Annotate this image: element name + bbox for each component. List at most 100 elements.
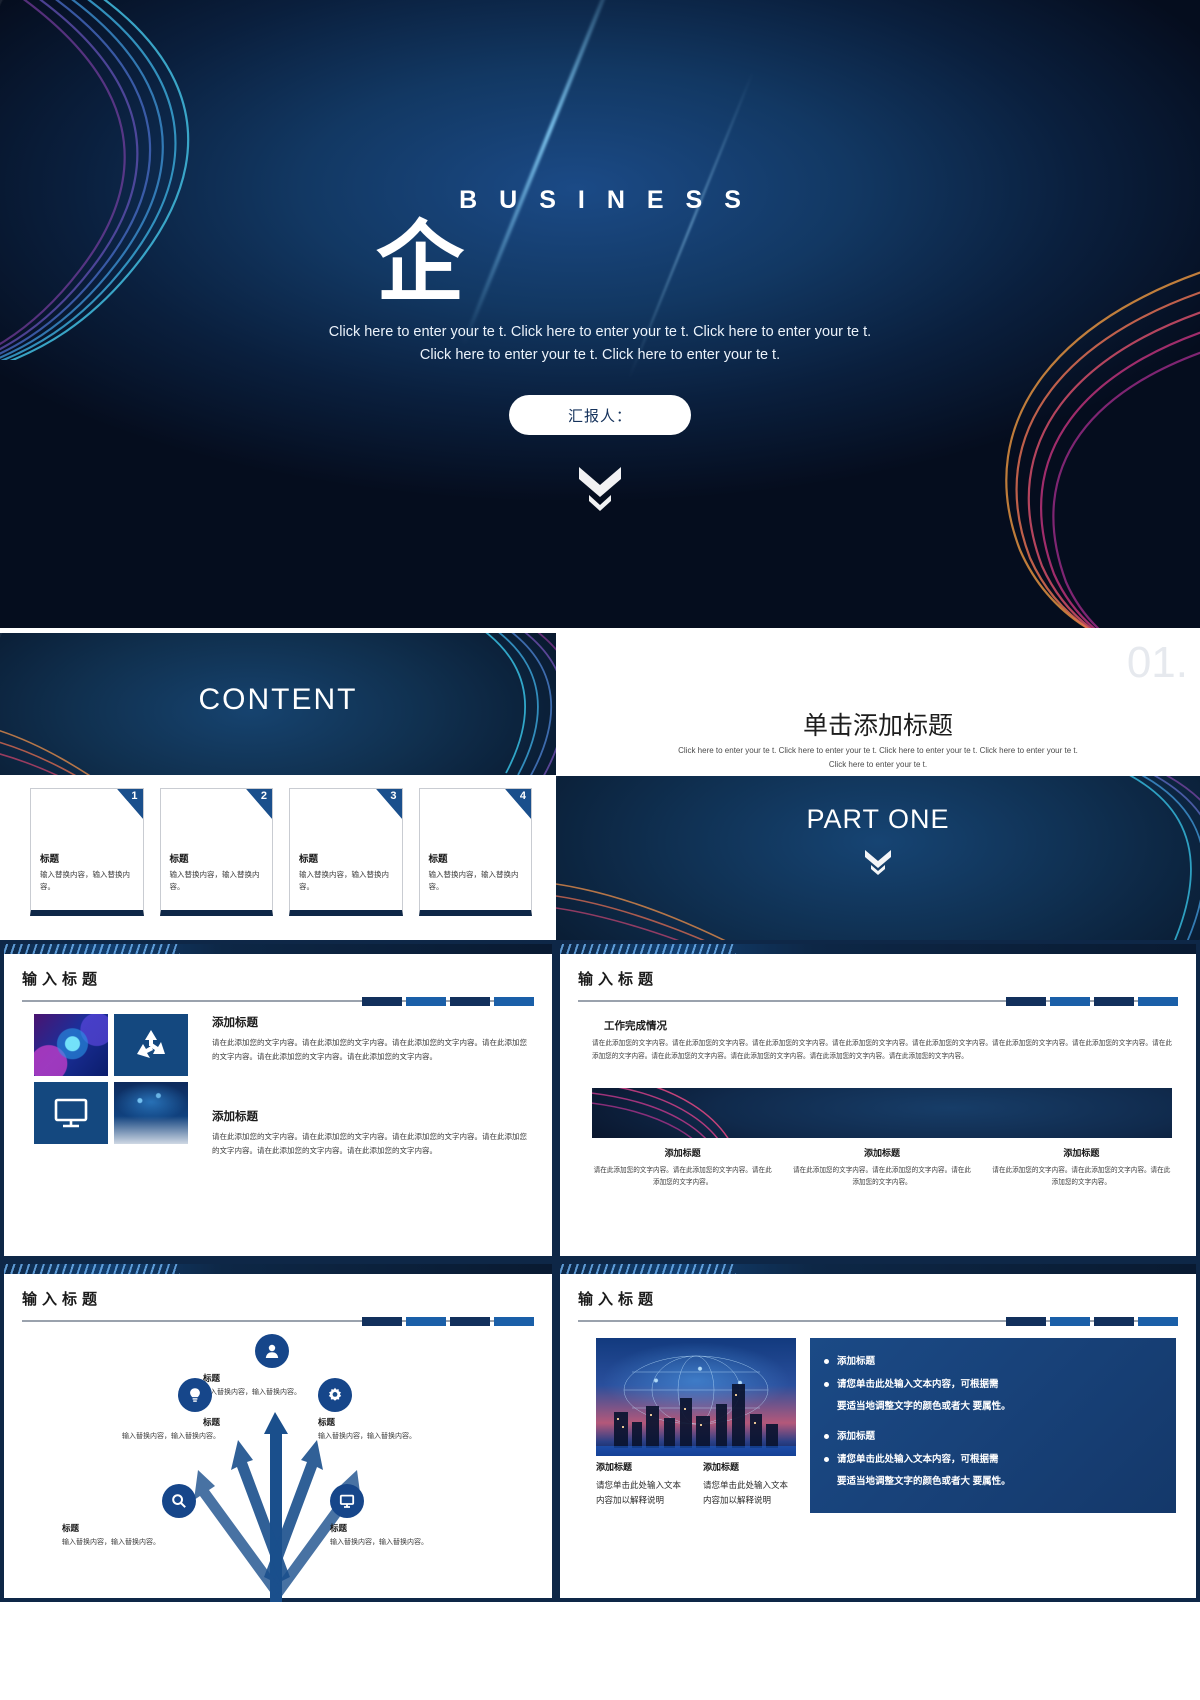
bullet-body: 要适当地调整文字的颜色或者大 要属性。 (837, 1476, 1011, 1488)
diagram-node-upper-left[interactable]: 标题 输入替换内容，输入替换内容。 (70, 1378, 220, 1442)
cover-eyebrow-text: BUSINESS (459, 186, 763, 214)
corner-ribbon (242, 789, 272, 819)
slide-header-title: 输入标题 (578, 1291, 659, 1308)
slide-row-3: 输入标题 添加标题 请在此添加您的文字内容。请在此添加您的文字内容。请在此添加您… (0, 940, 1200, 1260)
status-column: 添加标题 请在此添加您的文字内容。请在此添加您的文字内容。请在此添加您的文字内容… (592, 1146, 773, 1189)
corner-ribbon (112, 789, 143, 819)
bullet-item: 请您单击此处输入文本内容，可根据需 (824, 1452, 1162, 1468)
column-text: 请在此添加您的文字内容。请在此添加您的文字内容。请在此添加您的文字内容。 (792, 1167, 971, 1187)
presenter-field[interactable]: 汇报人： (509, 395, 691, 436)
section-band-title: PART ONE (806, 804, 950, 834)
node-title: 标题 (62, 1523, 80, 1533)
arrows-diagram-slide: 输入标题 标题 输入替换内容，输入替换内容。 标题 输入替换内容，输入替换内容。… (0, 1260, 556, 1602)
globe-photo (34, 1014, 108, 1076)
column-text: 请在此添加您的文字内容。请在此添加您的文字内容。请在此添加您的文字内容。 (992, 1167, 1171, 1187)
section-divider-slide: 01. 单击添加标题 Click here to enter your te t… (556, 628, 1200, 940)
gear-icon (318, 1378, 352, 1412)
column-text: 请您单击此处输入文本内容加以解释说明 (596, 1480, 682, 1505)
section-title: 单击添加标题 (802, 711, 953, 740)
content-card[interactable]: 3 标题 输入替换内容，输入替换内容。 (289, 788, 403, 916)
node-title: 标题 (318, 1417, 336, 1427)
lightbulb-icon (178, 1378, 212, 1412)
slide-deck: BUSINESS 企 Click here to enter your te t… (0, 0, 1200, 1700)
city-column: 添加标题 请您单击此处输入文本内容加以解释说明 (703, 1460, 796, 1508)
content-card[interactable]: 2 标题 输入替换内容，输入替换内容。 (159, 788, 273, 916)
city-network-photo (596, 1338, 796, 1456)
bullet-continuation: 要适当地调整文字的颜色或者大 要属性。 (824, 1399, 1162, 1415)
diagram-node-lower-right[interactable]: 标题 输入替换内容，输入替换内容。 (330, 1484, 480, 1548)
card-number: 3 (390, 790, 397, 802)
column-title: 添加标题 (664, 1148, 701, 1158)
header-chips (1006, 1317, 1178, 1326)
bullet-title: 添加标题 (837, 1431, 876, 1443)
text-block: 添加标题 请在此添加您的文字内容。请在此添加您的文字内容。请在此添加您的文字内容… (212, 1108, 534, 1158)
recycle-icon (114, 1014, 188, 1076)
bullet-title: 请您单击此处输入文本内容，可根据需 (837, 1378, 999, 1390)
slide-header-title: 输入标题 (22, 1291, 103, 1308)
diagram-node-lower-left[interactable]: 标题 输入替换内容，输入替换内容。 (62, 1484, 212, 1548)
node-title: 标题 (202, 1417, 220, 1427)
work-status-columns: 添加标题 请在此添加您的文字内容。请在此添加您的文字内容。请在此添加您的文字内容… (592, 1146, 1172, 1189)
slide-header-title: 输入标题 (22, 971, 103, 988)
content-hero-banner: CONTENT (0, 633, 556, 775)
cover-subtitle: Click here to enter your te t. Click her… (328, 324, 872, 364)
header-chips (362, 997, 534, 1006)
bullet-title: 请您单击此处输入文本内容，可根据需 (837, 1453, 999, 1465)
slide-row-2: CONTENT 1 标题 输入替换内容，输入替换内容。 2 标题 输入替换内容，… (0, 628, 1200, 940)
content-slide: CONTENT 1 标题 输入替换内容，输入替换内容。 2 标题 输入替换内容，… (0, 628, 556, 940)
card-title: 标题 (428, 854, 448, 865)
network-hand-photo (114, 1082, 188, 1144)
block-title: 添加标题 (212, 1110, 258, 1123)
diagram-node-upper-right[interactable]: 标题 输入替换内容，输入替换内容。 (318, 1378, 468, 1442)
slide-header-title: 输入标题 (578, 971, 659, 988)
header-chips (1006, 997, 1178, 1006)
bullet-panel: 添加标题 请您单击此处输入文本内容，可根据需 要适当地调整文字的颜色或者大 要属… (810, 1338, 1176, 1514)
card-text: 输入替换内容，输入替换内容。 (299, 870, 389, 891)
block-text: 请在此添加您的文字内容。请在此添加您的文字内容。请在此添加您的文字内容。请在此添… (212, 1131, 527, 1155)
decorative-banner-image (592, 1088, 1172, 1138)
text-column: 添加标题 请在此添加您的文字内容。请在此添加您的文字内容。请在此添加您的文字内容… (202, 1014, 534, 1158)
section-band: PART ONE (556, 776, 1200, 940)
bullet-dot-icon (824, 1434, 829, 1440)
section-subtitle: Click here to enter your te t. Click her… (678, 746, 1078, 769)
bullet-dot-icon (824, 1381, 829, 1387)
card-number: 4 (519, 790, 526, 802)
card-text: 输入替换内容，输入替换内容。 (428, 870, 519, 891)
content-title: CONTENT (198, 683, 358, 716)
block-text: 请在此添加您的文字内容。请在此添加您的文字内容。请在此添加您的文字内容。请在此添… (212, 1038, 527, 1061)
city-columns: 添加标题 请您单击此处输入文本内容加以解释说明 添加标题 请您单击此处输入文本内… (596, 1460, 796, 1508)
search-icon (162, 1484, 196, 1518)
monitor-icon (330, 1484, 364, 1518)
column-title: 添加标题 (596, 1462, 633, 1472)
column-title: 添加标题 (1063, 1148, 1100, 1158)
card-title: 标题 (299, 854, 319, 865)
network-overlay (596, 1355, 796, 1456)
slide-header: 输入标题 (22, 1288, 534, 1326)
card-text: 输入替换内容，输入替换内容。 (169, 870, 260, 891)
content-card[interactable]: 1 标题 输入替换内容，输入替换内容。 (30, 788, 144, 916)
content-card[interactable]: 4 标题 输入替换内容，输入替换内容。 (418, 788, 532, 916)
node-text: 输入替换内容，输入替换内容。 (330, 1539, 428, 1546)
content-card-list: 1 标题 输入替换内容，输入替换内容。 2 标题 输入替换内容，输入替换内容。 (30, 788, 532, 916)
bullet-dot-icon (824, 1456, 829, 1462)
node-title: 标题 (330, 1523, 348, 1533)
city-bullets-slide: 输入标题 添加标题 请您单击此处输入文本内容，可根据需 要适当地调整文字的颜色或… (556, 1260, 1200, 1602)
work-status-heading: 工作完成情况 (604, 1020, 667, 1032)
slide-row-4: 输入标题 标题 输入替换内容，输入替换内容。 标题 输入替换内容，输入替换内容。… (0, 1260, 1200, 1602)
node-text: 输入替换内容，输入替换内容。 (62, 1539, 160, 1546)
column-title: 添加标题 (703, 1462, 740, 1472)
corner-ribbon (501, 789, 531, 819)
card-text: 输入替换内容，输入替换内容。 (40, 870, 130, 891)
header-chips (362, 1317, 534, 1326)
slide-header: 输入标题 (578, 1288, 1178, 1326)
cover-slide: BUSINESS 企 Click here to enter your te t… (0, 0, 1200, 628)
section-number: 01. (1126, 638, 1188, 687)
image-grid-slide: 输入标题 添加标题 请在此添加您的文字内容。请在此添加您的文字内容。请在此添加您… (0, 940, 556, 1260)
bullet-item: 添加标题 (824, 1354, 1162, 1370)
node-text: 输入替换内容，输入替换内容。 (318, 1433, 416, 1440)
tile-grid (34, 1014, 188, 1158)
card-title: 标题 (169, 854, 189, 865)
person-icon (255, 1334, 289, 1368)
column-title: 添加标题 (863, 1148, 900, 1158)
card-number: 2 (260, 790, 267, 802)
